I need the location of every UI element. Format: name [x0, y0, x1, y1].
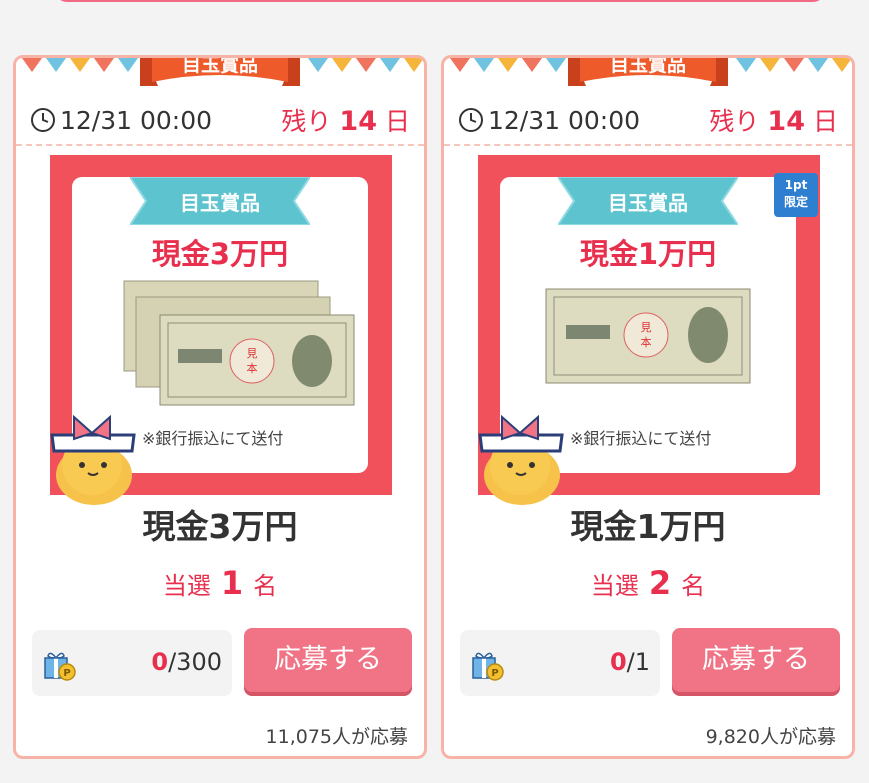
deadline-row: 12/31 00:00 残り 14 日: [16, 96, 424, 146]
date-text: 12/31 00:00: [60, 105, 213, 135]
mascot-cat: [478, 414, 564, 505]
winner-count: 当選 2 名: [444, 564, 852, 602]
featured-ribbon: 目玉賞品: [568, 55, 728, 102]
winners-number: 1: [220, 564, 244, 602]
remain-days: 14: [339, 106, 377, 137]
tag-label: 目玉賞品: [180, 191, 260, 215]
remain-suffix: 日: [812, 107, 838, 136]
applicant-count: 11,075人が応募: [265, 726, 408, 748]
svg-text:見: 見: [247, 347, 258, 360]
transfer-note: ※銀行振込にて送付: [570, 429, 712, 448]
banknote-image: 見 本: [545, 288, 751, 384]
gift-points-icon: P: [44, 652, 76, 681]
date-text: 12/31 00:00: [488, 105, 641, 135]
deadline-row: 12/31 00:00 残り 14 日: [444, 96, 852, 146]
remain-prefix: 残り: [281, 107, 332, 136]
ribbon-label: 目玉賞品: [609, 55, 686, 76]
prize-card-30000[interactable]: 目玉賞品 12/31 00:00 残り 14 日 目玉賞品 現金3万円 見 本 …: [13, 55, 427, 759]
winners-suffix: 名: [253, 572, 278, 600]
transfer-note: ※銀行振込にて送付: [142, 429, 284, 448]
featured-tag: 目玉賞品: [556, 176, 740, 226]
featured-ribbon: 目玉賞品: [140, 55, 300, 102]
points-current: 0: [151, 648, 169, 676]
points-required: /300: [168, 648, 222, 676]
prize-name: 現金1万円: [570, 507, 726, 546]
apply-button[interactable]: 応募する: [244, 628, 412, 692]
points-required: /1: [626, 648, 650, 676]
svg-text:本: 本: [247, 361, 258, 375]
1pt-limited-badge: 1pt 限定: [774, 173, 818, 217]
badge-line-1: 1pt: [784, 178, 808, 192]
days-remaining: 残り 14 日: [709, 102, 838, 138]
clock-icon: [459, 108, 483, 132]
svg-text:見: 見: [641, 321, 652, 334]
cash-title: 現金3万円: [151, 237, 289, 271]
winners-prefix: 当選: [162, 572, 211, 600]
clock-icon: [31, 108, 55, 132]
prize-image[interactable]: 目玉賞品 現金3万円 見 本 ※銀行振込にて送付: [50, 155, 392, 505]
points-status: P 0/300: [32, 630, 232, 696]
remain-prefix: 残り: [709, 107, 760, 136]
prize-name: 現金3万円: [142, 507, 298, 546]
cash-title: 現金1万円: [579, 237, 717, 271]
mascot-cat: [50, 414, 136, 505]
points-count: 0/300: [151, 648, 222, 676]
prize-image[interactable]: 目玉賞品 現金1万円 見 本 ※銀行振込にて送付 1pt 限定: [478, 155, 820, 505]
svg-text:P: P: [63, 668, 70, 679]
svg-text:P: P: [491, 668, 498, 679]
remain-suffix: 日: [384, 107, 410, 136]
winner-count: 当選 1 名: [16, 564, 424, 602]
points-status: P 0/1: [460, 630, 660, 696]
apply-button[interactable]: 応募する: [672, 628, 840, 692]
banknote-image: 見 本: [123, 280, 355, 406]
prize-card-10000[interactable]: 目玉賞品 12/31 00:00 残り 14 日 目玉賞品 現金1万円 見 本 …: [441, 55, 855, 759]
badge-line-2: 限定: [783, 195, 808, 209]
featured-tag: 目玉賞品: [128, 176, 312, 226]
tag-label: 目玉賞品: [608, 191, 688, 215]
remain-days: 14: [767, 106, 805, 137]
points-count: 0/1: [610, 648, 650, 676]
svg-text:本: 本: [641, 335, 652, 349]
days-remaining: 残り 14 日: [281, 102, 410, 138]
gift-points-icon: P: [472, 652, 504, 681]
applicant-count: 9,820人が応募: [705, 726, 836, 748]
deadline-date: 12/31 00:00: [458, 106, 640, 135]
ribbon-label: 目玉賞品: [181, 55, 258, 76]
winners-prefix: 当選: [590, 572, 639, 600]
winners-number: 2: [648, 564, 672, 602]
top-card-edge: [55, 0, 825, 2]
winners-suffix: 名: [681, 572, 706, 600]
points-current: 0: [609, 648, 627, 676]
deadline-date: 12/31 00:00: [30, 106, 212, 135]
